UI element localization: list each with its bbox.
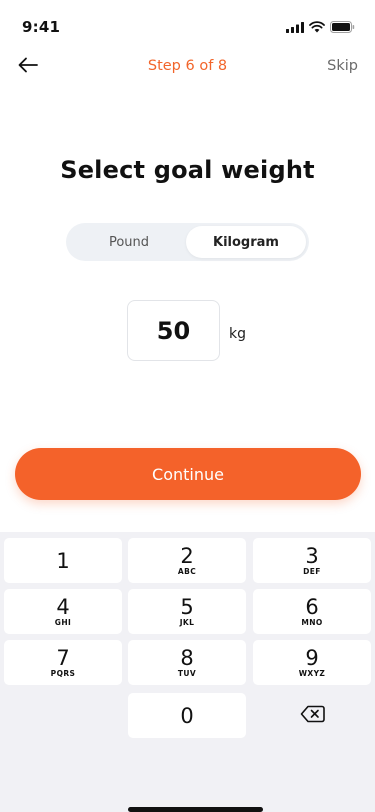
key-digit: 5: [180, 595, 194, 619]
key-letters: GHI: [54, 618, 72, 627]
key-digit: 0: [180, 703, 194, 728]
key-5[interactable]: 5 JKL: [128, 589, 246, 634]
key-8[interactable]: 8 TUV: [128, 640, 246, 685]
key-digit: 3: [305, 544, 319, 568]
key-letters: TUV: [177, 669, 197, 678]
status-bar: 9:41: [0, 0, 375, 50]
key-1[interactable]: 1: [4, 538, 122, 583]
unit-option-kilogram[interactable]: Kilogram: [186, 226, 306, 258]
key-3[interactable]: 3 DEF: [253, 538, 371, 583]
weight-unit-label: kg: [229, 326, 246, 342]
home-indicator: [128, 807, 263, 812]
status-time: 9:41: [22, 18, 61, 36]
step-indicator: Step 6 of 8: [147, 58, 228, 74]
key-letters: MNO: [301, 618, 323, 627]
key-letters: JKL: [179, 618, 195, 627]
key-9[interactable]: 9 WXYZ: [253, 640, 371, 685]
key-6[interactable]: 6 MNO: [253, 589, 371, 634]
page-title: Select goal weight: [60, 156, 315, 184]
key-digit: 2: [180, 544, 194, 568]
key-digit: 9: [305, 646, 319, 670]
backspace-icon: [300, 705, 325, 727]
key-4[interactable]: 4 GHI: [4, 589, 122, 634]
unit-option-pound[interactable]: Pound: [69, 226, 189, 258]
key-7[interactable]: 7 PQRS: [4, 640, 122, 685]
cellular-signal-icon: [286, 18, 304, 37]
key-digit: 1: [56, 548, 70, 573]
delete-key[interactable]: [253, 693, 371, 738]
key-digit: 7: [56, 646, 70, 670]
unit-toggle: Pound Kilogram: [66, 223, 309, 261]
top-nav: Step 6 of 8 Skip: [0, 50, 375, 84]
key-digit: 4: [56, 595, 70, 619]
key-digit: 8: [180, 646, 194, 670]
key-letters: DEF: [303, 567, 321, 576]
key-digit: 6: [305, 595, 319, 619]
weight-input[interactable]: 50: [127, 300, 220, 361]
wifi-icon: [309, 18, 325, 37]
numeric-keypad: 1 2 ABC 3 DEF 4 GHI 5 JKL 6 MNO 7 PQRS 8…: [0, 532, 375, 812]
battery-icon: [330, 18, 355, 37]
skip-button[interactable]: Skip: [327, 58, 358, 74]
key-letters: ABC: [177, 567, 197, 576]
key-0[interactable]: 0: [128, 693, 246, 738]
continue-button[interactable]: Continue: [15, 448, 361, 500]
key-2[interactable]: 2 ABC: [128, 538, 246, 583]
key-letters: WXYZ: [298, 669, 326, 678]
key-letters: PQRS: [50, 669, 76, 678]
status-icons: [286, 18, 355, 37]
